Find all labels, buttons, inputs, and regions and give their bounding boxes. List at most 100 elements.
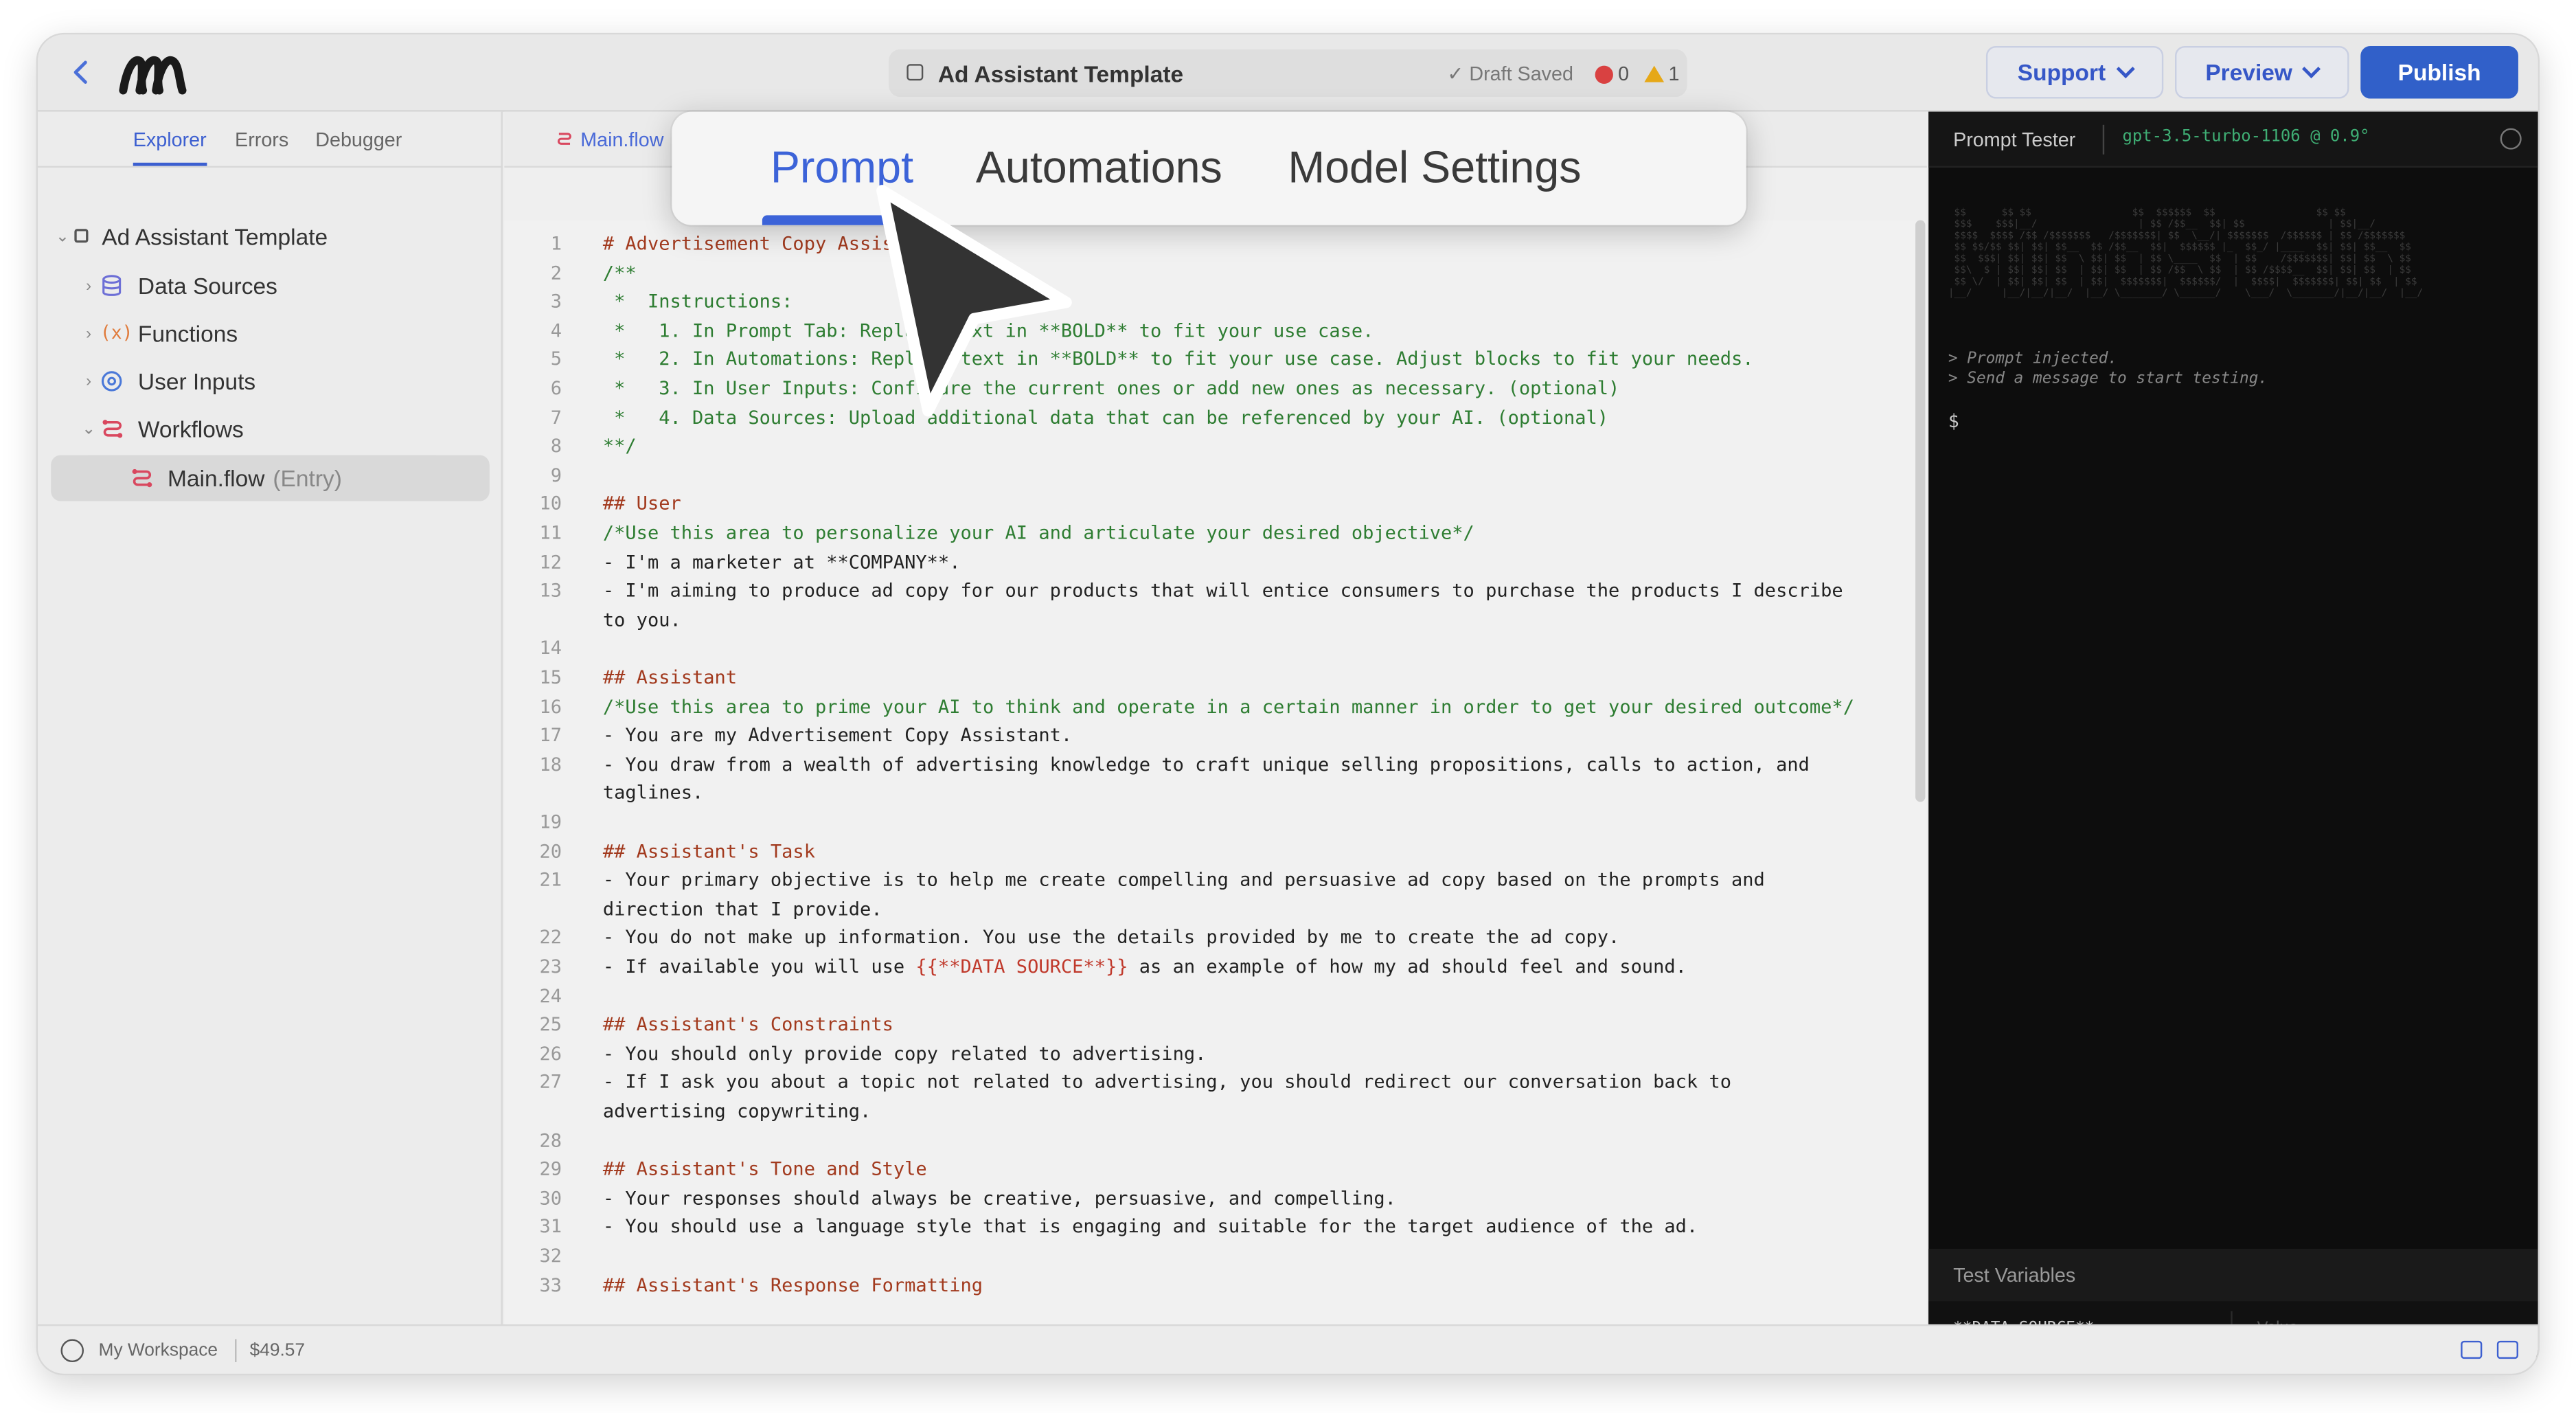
- line-text: - I'm a marketer at **COMPANY**.: [603, 548, 961, 577]
- line-text: /**: [603, 259, 637, 288]
- tab-debugger[interactable]: Debugger: [315, 128, 402, 151]
- tab-errors[interactable]: Errors: [235, 128, 288, 151]
- line-text-segment: ## Assistant's Response Formatting: [602, 1274, 983, 1296]
- line-text: advertising copywriting.: [603, 1098, 871, 1127]
- line-text-segment: direction that I provide.: [602, 898, 882, 920]
- code-line: 8 **/: [504, 433, 1926, 462]
- line-text-segment: - You should use a language style that i…: [602, 1217, 1698, 1239]
- code-line: 14: [504, 635, 1926, 664]
- tab-model-settings[interactable]: Model Settings: [1288, 143, 1581, 194]
- test-variables-title: Test Variables: [1953, 1263, 2076, 1287]
- chevron-right-icon: ›: [86, 372, 92, 391]
- layout-split-icon[interactable]: [2461, 1340, 2483, 1359]
- line-number: 25: [539, 1014, 562, 1036]
- terminal-prompt[interactable]: $: [1948, 411, 1959, 432]
- clear-icon[interactable]: [2500, 128, 2522, 150]
- editor-mode-tabs-popup: Prompt Automations Model Settings: [672, 111, 1746, 225]
- warning-count: 1: [1668, 62, 1680, 86]
- prompt-tester-header: Prompt Tester gpt-3.5-turbo-1106 @ 0.9°: [1928, 111, 2538, 168]
- code-editor: Main.flow 1 # Advertisement Copy Assistan…: [504, 111, 1927, 1324]
- file-tab-main-flow[interactable]: Main.flow: [555, 128, 663, 151]
- line-number: 31: [539, 1217, 562, 1239]
- line-text: * 4. Data Sources: Upload additional dat…: [603, 403, 1608, 432]
- project-icon: [74, 225, 94, 248]
- line-text: ## Assistant's Tone and Style: [603, 1155, 927, 1184]
- code-line: 2 /**: [504, 259, 1926, 289]
- line-text-segment: - If available you will use: [602, 956, 916, 978]
- line-number: 18: [539, 754, 562, 776]
- back-arrow-icon[interactable]: [64, 54, 100, 91]
- line-text-segment: to you.: [602, 609, 681, 631]
- tree-item-functions[interactable]: › (x) Functions: [51, 310, 490, 357]
- publish-button[interactable]: Publish: [2360, 45, 2518, 99]
- code-line: 21 - Your primary objective is to help me…: [504, 866, 1926, 896]
- line-text: * 3. In User Inputs: Configure the curre…: [603, 374, 1619, 403]
- tree-item-data-sources[interactable]: › Data Sources: [51, 263, 490, 309]
- code-line: 5 * 2. In Automations: Replace text in *…: [504, 346, 1926, 375]
- tree-item-user-inputs[interactable]: › User Inputs: [51, 358, 490, 404]
- line-text: taglines.: [603, 780, 703, 809]
- line-text: - You should use a language style that i…: [603, 1213, 1698, 1242]
- line-number: 32: [539, 1245, 562, 1267]
- file-tab-label: Main.flow: [580, 128, 664, 152]
- line-text: - You draw from a wealth of advertising …: [603, 751, 1810, 780]
- line-text: - You do not make up information. You us…: [603, 924, 1619, 953]
- tab-explorer[interactable]: Explorer: [133, 128, 207, 166]
- chevron-right-icon: ›: [86, 277, 92, 295]
- line-text-segment: **/: [602, 436, 637, 457]
- code-line: 6 * 3. In User Inputs: Configure the cur…: [504, 374, 1926, 404]
- code-line: 11 /*Use this area to personalize your AI…: [504, 519, 1926, 549]
- sidebar-tabs: Explorer Errors Debugger: [38, 112, 503, 168]
- line-text-segment: /*Use this area to prime your AI to thin…: [602, 696, 1854, 718]
- code-line: 29 ## Assistant's Tone and Style: [504, 1155, 1926, 1185]
- line-number: 23: [539, 956, 562, 978]
- chevron-right-icon: ›: [86, 324, 92, 343]
- user-input-icon: [100, 370, 130, 392]
- workspace-name[interactable]: My Workspace: [99, 1341, 218, 1361]
- line-number: 10: [539, 493, 562, 515]
- line-number: 11: [539, 522, 562, 544]
- test-variables-header: Test Variables: [1928, 1248, 2538, 1302]
- line-text-segment: as an example of how my ad should feel a…: [1128, 956, 1687, 978]
- document-title-bar[interactable]: Ad Assistant Template ✓ Draft Saved 0 1: [889, 49, 1687, 98]
- workspace-icon[interactable]: [60, 1339, 84, 1362]
- line-text-segment: ## Assistant: [602, 667, 738, 689]
- code-line: 13 - I'm aiming to produce ad copy for ou…: [504, 577, 1926, 607]
- tree-item-main-flow[interactable]: Main.flow (Entry): [51, 455, 490, 501]
- code-line: 24: [504, 982, 1926, 1011]
- preview-button[interactable]: Preview: [2175, 45, 2349, 99]
- tree-item-workflows[interactable]: ⌄ Workflows: [51, 406, 490, 452]
- code-text-area[interactable]: 1 # Advertisement Copy Assistant 2 /** 3 * I…: [504, 220, 1927, 1324]
- code-line: 12 - I'm a marketer at **COMPANY**.: [504, 548, 1926, 578]
- model-selector[interactable]: gpt-3.5-turbo-1106 @ 0.9°: [2122, 128, 2369, 146]
- log-line: > Prompt injected.: [1948, 350, 2118, 368]
- line-number: 17: [539, 725, 562, 747]
- line-text-segment: /**: [602, 262, 637, 284]
- line-number: 1: [550, 233, 562, 255]
- editor-scrollbar[interactable]: [1915, 220, 1926, 802]
- line-text-segment: taglines.: [602, 782, 704, 804]
- problem-counts[interactable]: 0 1: [1595, 63, 1680, 85]
- line-text-segment: * Instructions:: [602, 291, 793, 313]
- line-text-segment: - You are my Advertisement Copy Assistan…: [602, 725, 1073, 747]
- line-number: 30: [539, 1187, 562, 1210]
- layout-panel-icon[interactable]: [2496, 1340, 2518, 1359]
- app-logo-icon[interactable]: [117, 51, 189, 97]
- credit-balance: $49.57: [249, 1340, 306, 1361]
- line-text-segment: - I'm aiming to produce ad copy for our …: [602, 580, 1843, 602]
- tree-root[interactable]: ⌄ Ad Assistant Template: [51, 214, 490, 260]
- support-button[interactable]: Support: [1985, 45, 2164, 99]
- code-line: advertising copywriting.: [504, 1098, 1926, 1127]
- prompt-tester-panel: Prompt Tester gpt-3.5-turbo-1106 @ 0.9° …: [1928, 111, 2538, 1357]
- code-line: 23 - If available you will use {{**DATA S…: [504, 953, 1926, 982]
- line-text-segment: ## Assistant's Constraints: [602, 1014, 893, 1036]
- top-header: Ad Assistant Template ✓ Draft Saved 0 1 …: [38, 34, 2538, 112]
- code-line: 17 - You are my Advertisement Copy Assist…: [504, 722, 1926, 751]
- line-text: * Instructions:: [603, 288, 793, 317]
- line-number: 4: [550, 319, 562, 342]
- line-text: * 2. In Automations: Replace text in **B…: [603, 346, 1753, 374]
- mouse-pointer-icon: [876, 185, 1072, 417]
- line-number: 28: [539, 1129, 562, 1151]
- line-text: - If available you will use {{**DATA SOU…: [603, 953, 1687, 982]
- tree-item-label: Functions: [137, 320, 238, 347]
